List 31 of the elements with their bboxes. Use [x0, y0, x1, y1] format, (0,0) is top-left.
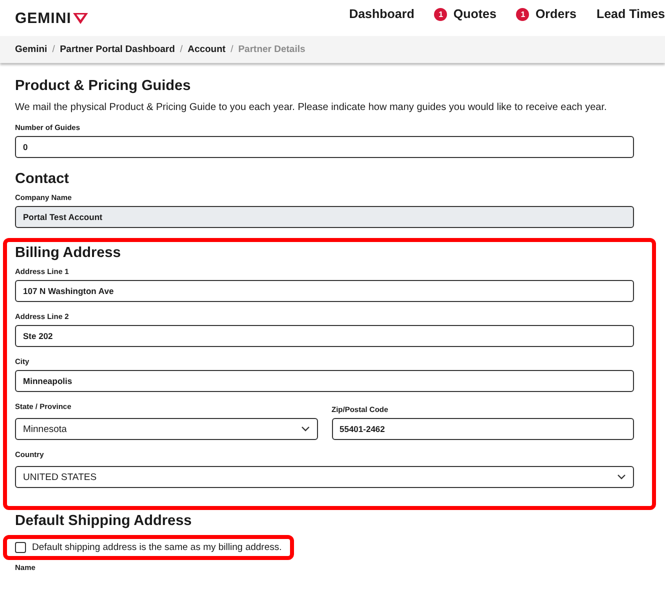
nav-link[interactable]: Dashboard — [349, 7, 414, 21]
section-heading: Product & Pricing Guides — [15, 77, 192, 96]
breadcrumb-link[interactable]: Partner Portal Dashboard — [60, 44, 175, 55]
breadcrumb-separator: / — [52, 44, 55, 55]
logo-chevron-icon — [73, 12, 88, 24]
nav-link[interactable]: Quotes — [453, 7, 496, 21]
input-field[interactable]: 55401-2462 — [332, 418, 634, 440]
count-badge: 1 — [434, 8, 448, 20]
input-field[interactable]: Ste 202 — [15, 325, 634, 347]
breadcrumb-link[interactable]: Account — [188, 44, 226, 55]
nav-link[interactable]: Orders — [535, 7, 576, 21]
section-heading: Default Shipping Address — [15, 512, 193, 531]
input-field[interactable]: 107 N Washington Ave — [15, 280, 634, 302]
breadcrumb-separator: / — [230, 44, 234, 55]
select-field[interactable]: UNITED STATES — [15, 466, 634, 488]
count-badge: 1 — [516, 8, 530, 20]
chevron-down-icon — [300, 426, 310, 432]
section-heading: Billing Address — [15, 244, 122, 263]
checkbox[interactable] — [15, 542, 26, 553]
checkbox-label: Default shipping address is the same as my billing address. — [32, 542, 282, 553]
input-field[interactable]: Minneapolis — [15, 370, 634, 392]
section-heading: Contact — [15, 170, 70, 189]
input-field[interactable]: 0 — [15, 136, 634, 158]
logo[interactable]: GEMINI — [15, 10, 72, 26]
breadcrumb-separator: / — [180, 44, 183, 55]
breadcrumb-link[interactable]: Gemini — [15, 44, 48, 55]
section-description: We mail the physical Product & Pricing Guide to you each year. Please indicate how many guides you would like to receive each year. — [15, 102, 608, 113]
nav-link[interactable]: Lead Times — [596, 7, 665, 21]
checkbox-row[interactable]: Default shipping address is the same as my billing address. — [3, 535, 294, 560]
chevron-down-icon — [617, 474, 626, 480]
select-field[interactable]: Minnesota — [15, 418, 318, 440]
